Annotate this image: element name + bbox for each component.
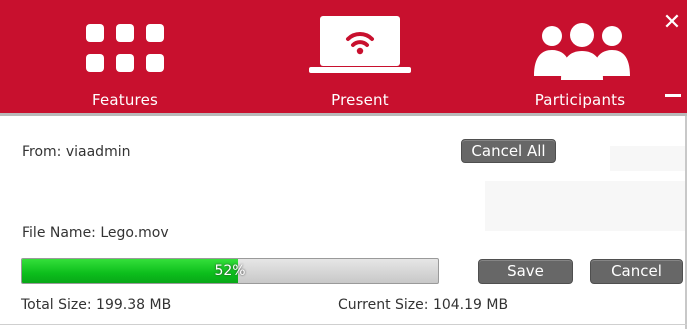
minimize-icon[interactable] (665, 94, 681, 97)
wifi-laptop-icon (309, 16, 411, 73)
divider (0, 324, 687, 325)
nav-label-features: Features (91, 91, 159, 109)
cancel-all-button[interactable]: Cancel All (461, 139, 556, 163)
nav-item-participants[interactable]: Participants (520, 0, 640, 113)
nav-item-features[interactable]: Features (70, 0, 180, 113)
participants-icon (534, 23, 630, 80)
nav-item-present[interactable]: Present (300, 0, 420, 113)
cancel-button[interactable]: Cancel (590, 259, 683, 284)
progress-bar: 52% (21, 258, 439, 284)
current-size-label: Current Size: 104.19 MB (338, 297, 509, 313)
top-navigation-bar: Features Present Participants ✕ (0, 0, 687, 113)
total-size-label: Total Size: 199.38 MB (21, 297, 172, 313)
nav-label-present: Present (331, 91, 389, 109)
background-ghost (610, 146, 685, 171)
save-button[interactable]: Save (478, 259, 573, 284)
close-icon[interactable]: ✕ (662, 12, 682, 34)
background-ghost (485, 181, 685, 231)
progress-percent: 52% (214, 263, 246, 279)
grid-icon (86, 24, 164, 72)
file-name-label: File Name: Lego.mov (22, 225, 169, 241)
from-label: From: viaadmin (22, 144, 131, 160)
nav-label-participants: Participants (534, 91, 626, 109)
